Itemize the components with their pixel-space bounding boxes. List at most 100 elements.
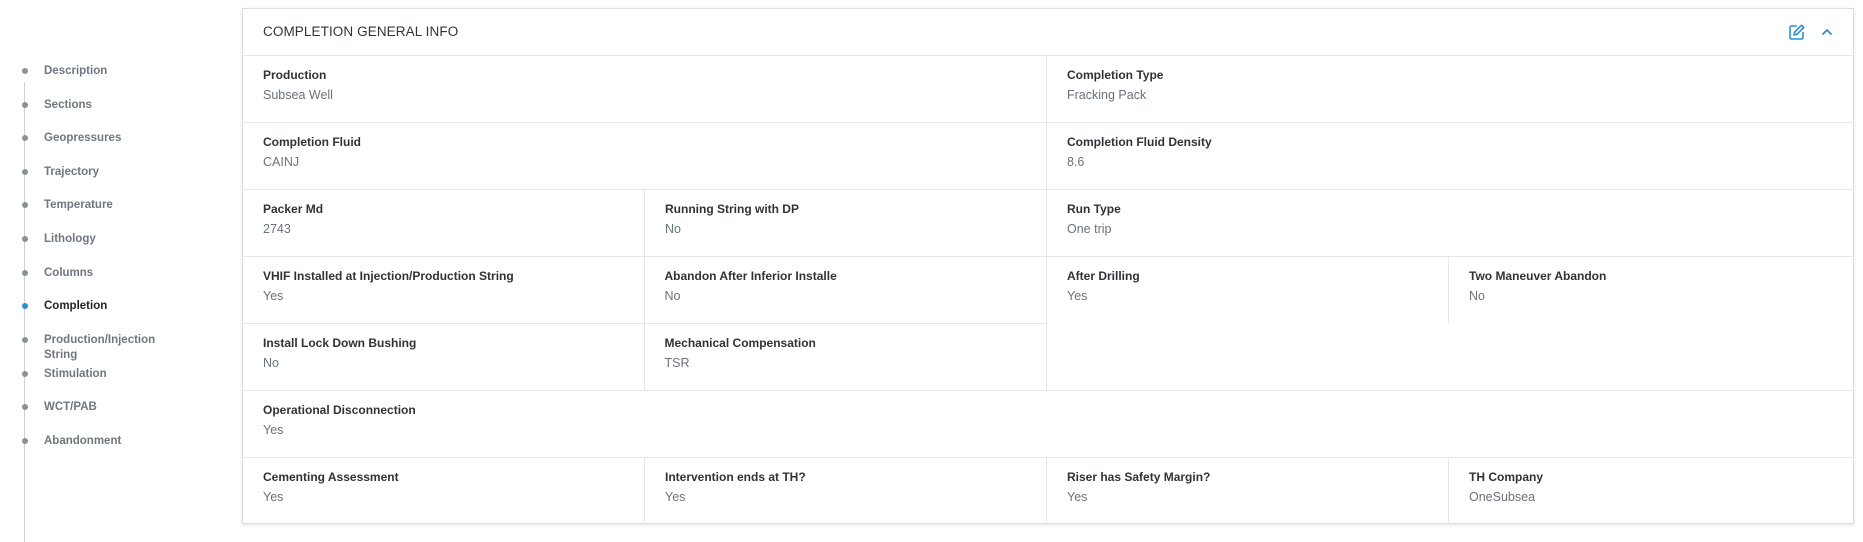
step-dot [22,438,28,444]
step-dot [22,404,28,410]
field-value: Yes [1067,289,1088,303]
field-install-lock-down-bushing: Install Lock Down Bushing No [243,324,645,390]
info-row: Install Lock Down Bushing No Mechanical … [243,324,1046,390]
field-completion-type: Completion Type Fracking Pack [1047,56,1851,122]
field-operational-disconnection: Operational Disconnection Yes [243,391,1853,457]
info-row: Production Subsea Well Completion Type F… [243,56,1853,123]
step-abandonment[interactable]: Abandonment [20,434,174,449]
field-after-drilling: After Drilling Yes [1047,257,1449,323]
step-temperature[interactable]: Temperature [20,198,174,213]
info-row: VHIF Installed at Injection/Production S… [243,257,1046,324]
field-value: TSR [664,356,690,370]
section-stepper: Description Sections Geopressures Trajec… [0,0,240,542]
info-row: After Drilling Yes Two Maneuver Abandon … [1047,257,1853,323]
field-value: Yes [263,289,284,303]
field-production: Production Subsea Well [243,56,1047,122]
step-label: Description [44,65,108,77]
field-label: Operational Disconnection [263,403,416,417]
field-cementing-assessment: Cementing Assessment Yes [243,458,645,524]
step-geopressures[interactable]: Geopressures [20,131,174,146]
info-block: VHIF Installed at Injection/Production S… [243,257,1853,391]
step-label: Completion [44,300,108,312]
step-stimulation[interactable]: Stimulation [20,367,174,382]
step-production-injection-string[interactable]: Production/Injection String [20,333,174,363]
step-label: Columns [44,267,94,279]
field-riser-safety-margin: Riser has Safety Margin? Yes [1047,458,1449,524]
step-label: Geopressures [44,132,122,144]
field-value: Subsea Well [263,88,333,102]
step-label: Lithology [44,233,96,245]
field-label: Riser has Safety Margin? [1067,470,1211,484]
field-value: No [664,289,681,303]
field-value: One trip [1067,222,1112,236]
field-label: Completion Fluid Density [1067,135,1212,149]
field-label: Install Lock Down Bushing [263,336,417,350]
field-label: Cementing Assessment [263,470,399,484]
field-value: No [665,222,681,236]
field-value: Yes [263,490,284,504]
field-label: VHIF Installed at Injection/Production S… [263,269,514,283]
step-dot [22,68,28,74]
info-row: Packer Md 2743 Running String with DP No… [243,190,1853,257]
field-label: Running String with DP [665,202,799,216]
info-row: Completion Fluid CAINJ Completion Fluid … [243,123,1853,190]
step-columns[interactable]: Columns [20,266,174,281]
step-label: Trajectory [44,166,99,178]
field-label: Abandon After Inferior Installe [664,269,837,283]
step-description[interactable]: Description [20,64,174,79]
field-label: Completion Type [1067,68,1164,82]
field-completion-fluid: Completion Fluid CAINJ [243,123,1047,189]
field-label: TH Company [1469,470,1544,484]
field-value: No [263,356,279,370]
panel-header: COMPLETION GENERAL INFO [243,9,1853,56]
step-dot [22,169,28,175]
step-label: WCT/PAB [44,401,97,413]
step-dot [22,270,28,276]
info-row: Cementing Assessment Yes Intervention en… [243,458,1853,524]
step-label: Abandonment [44,435,122,447]
step-dot [22,337,28,343]
step-dot [22,371,28,377]
field-th-company: TH Company OneSubsea [1449,458,1851,524]
field-intervention-ends-th: Intervention ends at TH? Yes [645,458,1047,524]
step-lithology[interactable]: Lithology [20,232,174,247]
field-label: Completion Fluid [263,135,361,149]
field-label: Run Type [1067,202,1121,216]
step-trajectory[interactable]: Trajectory [20,165,174,180]
field-two-maneuver-abandon: Two Maneuver Abandon No [1449,257,1851,323]
field-abandon-after-inferior: Abandon After Inferior Installe No [645,257,1047,323]
step-completion[interactable]: Completion [20,299,174,314]
field-value: Yes [1067,490,1088,504]
step-dot [22,102,28,108]
field-value: Fracking Pack [1067,88,1147,102]
field-value: No [1469,289,1485,303]
step-label: Temperature [44,199,113,211]
step-dot [22,236,28,242]
info-row: Operational Disconnection Yes [243,391,1853,458]
field-packer-md: Packer Md 2743 [243,190,645,256]
step-label: Production/Injection String [44,334,156,361]
field-label: Intervention ends at TH? [665,470,806,484]
step-dot [22,202,28,208]
field-value: OneSubsea [1469,490,1536,504]
completion-general-info-panel: COMPLETION GENERAL INFO Production Subse… [242,8,1854,524]
field-label: Two Maneuver Abandon [1469,269,1607,283]
field-value: Yes [263,423,284,437]
step-label: Sections [44,99,92,111]
field-value: 2743 [263,222,291,236]
field-mechanical-compensation: Mechanical Compensation TSR [645,324,1047,390]
field-running-string-dp: Running String with DP No [645,190,1047,256]
field-label: Mechanical Compensation [664,336,816,350]
field-vhif-installed: VHIF Installed at Injection/Production S… [243,257,645,323]
field-label: Packer Md [263,202,324,216]
field-value: CAINJ [263,155,300,169]
step-dot [22,135,28,141]
panel-title: COMPLETION GENERAL INFO [263,24,459,39]
field-label: After Drilling [1067,269,1140,283]
step-wct-pab[interactable]: WCT/PAB [20,400,174,415]
edit-icon[interactable] [1787,22,1807,42]
field-value: 8.6 [1067,155,1085,169]
chevron-up-icon[interactable] [1817,22,1837,42]
field-completion-fluid-density: Completion Fluid Density 8.6 [1047,123,1851,189]
step-sections[interactable]: Sections [20,98,174,113]
